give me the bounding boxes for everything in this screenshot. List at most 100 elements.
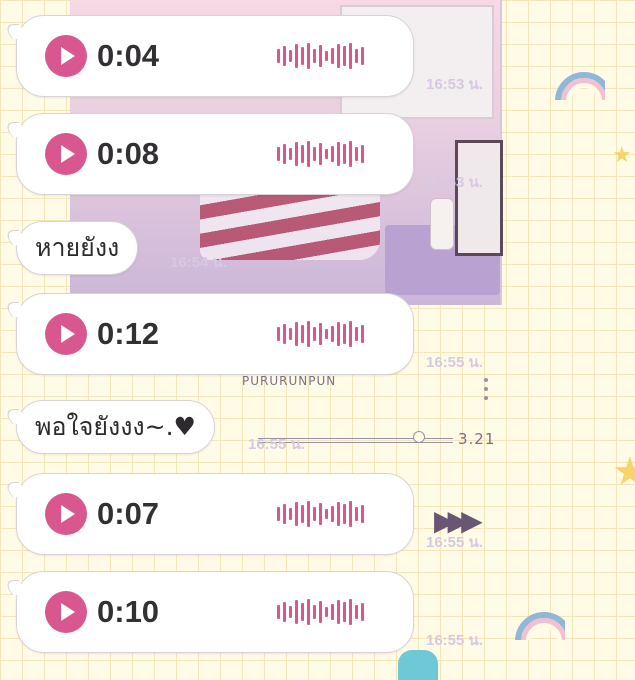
waveform-bar: [343, 504, 346, 524]
waveform-bar: [283, 504, 286, 524]
waveform-bar: [349, 501, 352, 527]
waveform-bar: [331, 146, 334, 162]
wallpaper-frame: [455, 140, 503, 256]
text-message[interactable]: พอใจยังงง~.♥: [16, 400, 215, 454]
waveform-bar: [283, 324, 286, 344]
waveform-bar: [343, 602, 346, 622]
star-sticker: ★: [612, 449, 635, 495]
cactus-sticker: [398, 650, 438, 680]
waveform-bar: [343, 46, 346, 66]
rainbow-sticker: [515, 612, 565, 640]
waveform-bar: [337, 142, 340, 166]
play-icon[interactable]: [45, 591, 87, 633]
waveform-bar: [361, 505, 364, 523]
waveform-bar: [337, 600, 340, 624]
waveform-bar: [361, 325, 364, 343]
waveform-bar: [277, 605, 280, 619]
play-icon[interactable]: [45, 133, 87, 175]
waveform-icon: [277, 501, 389, 527]
waveform-icon: [277, 599, 389, 625]
message-time: 16:55 น.: [426, 632, 483, 649]
waveform-bar: [331, 506, 334, 522]
waveform-bar: [283, 602, 286, 622]
waveform-bar: [325, 509, 328, 519]
rainbow-sticker: [555, 72, 605, 100]
waveform-icon: [277, 43, 389, 69]
wallpaper-progress-knob: [413, 431, 425, 443]
waveform-bar: [301, 145, 304, 163]
voice-duration: 0:10: [97, 594, 160, 629]
waveform-bar: [313, 147, 316, 161]
waveform-bar: [307, 141, 310, 167]
waveform-bar: [325, 607, 328, 617]
waveform-bar: [355, 605, 358, 619]
waveform-bar: [355, 147, 358, 161]
waveform-bar: [361, 47, 364, 65]
voice-duration: 0:04: [97, 38, 160, 73]
message-time: 16:53 น.: [426, 174, 483, 191]
waveform-bar: [337, 44, 340, 68]
voice-message[interactable]: 0:08: [16, 113, 414, 195]
voice-message[interactable]: 0:10: [16, 571, 414, 653]
waveform-bar: [337, 502, 340, 526]
waveform-bar: [301, 325, 304, 343]
message-text: หายยังง: [35, 233, 120, 262]
waveform-bar: [295, 600, 298, 624]
waveform-bar: [349, 43, 352, 69]
waveform-bar: [355, 327, 358, 341]
waveform-bar: [331, 604, 334, 620]
waveform-bar: [301, 603, 304, 621]
waveform-bar: [349, 141, 352, 167]
waveform-bar: [307, 599, 310, 625]
waveform-bar: [313, 49, 316, 63]
voice-message[interactable]: 0:04: [16, 15, 414, 97]
waveform-bar: [349, 599, 352, 625]
waveform-icon: [277, 321, 389, 347]
text-message[interactable]: หายยังง: [16, 221, 139, 275]
waveform-bar: [289, 148, 292, 160]
message-time: 16:55 น.: [426, 534, 483, 551]
waveform-bar: [289, 508, 292, 520]
message-time: 16:55 น.: [248, 436, 305, 453]
waveform-bar: [325, 329, 328, 339]
waveform-bar: [355, 49, 358, 63]
waveform-bar: [319, 503, 322, 525]
waveform-bar: [307, 321, 310, 347]
wallpaper-vase: [430, 198, 454, 250]
message-time: 16:53 น.: [426, 76, 483, 93]
waveform-bar: [331, 326, 334, 342]
waveform-bar: [301, 505, 304, 523]
waveform-bar: [307, 43, 310, 69]
waveform-bar: [331, 48, 334, 64]
waveform-bar: [313, 605, 316, 619]
waveform-bar: [283, 46, 286, 66]
play-icon[interactable]: [45, 313, 87, 355]
waveform-bar: [301, 47, 304, 65]
waveform-bar: [361, 145, 364, 163]
voice-duration: 0:07: [97, 496, 160, 531]
waveform-icon: [277, 141, 389, 167]
waveform-bar: [295, 44, 298, 68]
waveform-bar: [289, 328, 292, 340]
waveform-bar: [325, 51, 328, 61]
waveform-bar: [313, 327, 316, 341]
wallpaper-dots-icon: [484, 378, 488, 405]
waveform-bar: [277, 147, 280, 161]
waveform-bar: [361, 603, 364, 621]
star-sticker: ★: [612, 143, 632, 168]
voice-message[interactable]: 0:12: [16, 293, 414, 375]
voice-duration: 0:08: [97, 136, 160, 171]
waveform-bar: [295, 322, 298, 346]
play-icon[interactable]: [45, 493, 87, 535]
waveform-bar: [319, 601, 322, 623]
waveform-bar: [295, 502, 298, 526]
message-time: 16:54 น.: [170, 254, 227, 271]
voice-message[interactable]: 0:07: [16, 473, 414, 555]
waveform-bar: [337, 322, 340, 346]
waveform-bar: [319, 143, 322, 165]
waveform-bar: [277, 327, 280, 341]
wallpaper-brand-text: PURURUNPUN: [242, 374, 337, 388]
play-icon[interactable]: [45, 35, 87, 77]
waveform-bar: [355, 507, 358, 521]
waveform-bar: [319, 323, 322, 345]
